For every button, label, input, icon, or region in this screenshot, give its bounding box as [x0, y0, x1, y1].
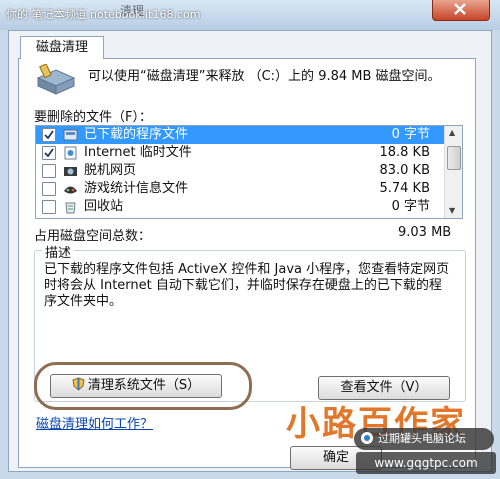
- file-size: 5.74 KB: [379, 181, 430, 196]
- internet-files-icon: [64, 146, 77, 160]
- forum-name: 过期罐头电脑论坛: [378, 432, 466, 445]
- checkbox[interactable]: [42, 200, 56, 214]
- file-size: 83.0 KB: [379, 163, 430, 178]
- forum-badge: 过期罐头电脑论坛: [354, 428, 494, 450]
- how-it-works-link[interactable]: 磁盘清理如何工作？: [36, 413, 153, 432]
- total-value: 9.03 MB: [398, 225, 452, 240]
- recycle-bin-icon: [65, 202, 76, 214]
- forum-url: www.gqgtpc.com: [356, 452, 496, 474]
- shield-icon: [72, 377, 85, 391]
- checkbox[interactable]: [42, 182, 56, 196]
- list-item[interactable]: Internet 临时文件 18.8 KB: [36, 144, 444, 162]
- game-stats-icon: [64, 186, 77, 194]
- file-name: 回收站: [84, 199, 124, 214]
- list-item[interactable]: 回收站 0 字节: [36, 198, 444, 216]
- list-item[interactable]: 游戏统计信息文件 5.74 KB: [36, 180, 444, 198]
- tab-disk-cleanup[interactable]: 磁盘清理: [20, 36, 104, 59]
- list-item[interactable]: 脱机网页 83.0 KB: [36, 162, 444, 180]
- forum-logo-icon: [361, 432, 373, 444]
- scroll-down-icon[interactable]: ▼: [449, 206, 455, 215]
- summary-text: 可以使用“磁盘清理”来释放 （C:）上的 9.84 MB 磁盘空间。: [88, 69, 441, 84]
- close-icon: [454, 3, 466, 15]
- file-size: 0 字节: [391, 127, 430, 142]
- scroll-thumb[interactable]: [447, 146, 461, 170]
- list-scrollbar[interactable]: ▲ ▼: [444, 126, 462, 218]
- checkbox[interactable]: [42, 164, 56, 178]
- list-item[interactable]: 已下载的程序文件 0 字节: [36, 126, 444, 144]
- file-size: 18.8 KB: [379, 145, 430, 160]
- files-list[interactable]: 已下载的程序文件 0 字节 Internet 临时文件 18.8 KB 脱机网页…: [35, 125, 463, 219]
- file-size: 0 字节: [391, 199, 430, 214]
- offline-pages-icon: [64, 167, 77, 176]
- description-text: 已下载的程序文件包括 ActiveX 控件和 Java 小程序，您查看特定网页时…: [44, 262, 450, 309]
- scroll-up-icon[interactable]: ▲: [449, 128, 455, 137]
- checkbox[interactable]: [42, 146, 56, 160]
- disk-cleanup-icon: [36, 64, 76, 95]
- file-name: 已下载的程序文件: [84, 127, 189, 142]
- file-name: 脱机网页: [84, 163, 137, 178]
- files-to-delete-label: 要删除的文件（F）：: [34, 110, 152, 125]
- file-name: 游戏统计信息文件: [84, 181, 189, 196]
- watermark-text: 你的·笔记本频道 notebook.it168.com: [6, 8, 201, 21]
- cleanup-system-files-button[interactable]: 清理系统文件（S）: [50, 374, 222, 398]
- checkbox[interactable]: [42, 128, 56, 142]
- close-button[interactable]: [432, 0, 490, 21]
- program-files-icon: [63, 129, 78, 141]
- cleanup-system-files-label: 清理系统文件（S）: [87, 378, 201, 393]
- description-title: 描述: [42, 242, 75, 261]
- file-name: Internet 临时文件: [84, 145, 192, 160]
